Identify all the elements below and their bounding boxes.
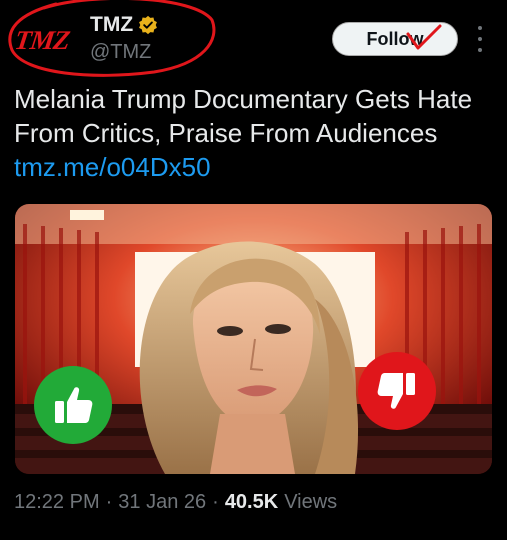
separator: · [105,491,113,513]
tweet-header: TMZ TMZ @TMZ Follow [0,0,507,80]
more-options-icon[interactable] [474,26,486,52]
views-label: Views [284,491,338,513]
avatar[interactable]: TMZ [10,16,74,64]
tweet-date[interactable]: 31 Jan 26 [118,491,206,514]
thumbs-up-icon [34,366,112,444]
thumbs-down-icon [358,352,436,430]
tweet-time[interactable]: 12:22 PM [14,491,100,514]
separator: · [212,491,219,513]
name-row: TMZ [90,13,158,37]
tweet-media[interactable] [15,204,492,474]
tmz-logo: TMZ [12,24,72,55]
tweet-meta: 12:22 PM · 31 Jan 26 · 40.5K Views [14,491,337,514]
verified-badge-icon [138,15,158,35]
tweet-text-line-2: From Critics, Praise From Audiences [14,118,438,148]
follow-button[interactable]: Follow [332,22,458,56]
tweet-text: Melania Trump Documentary Gets Hate From… [14,82,499,184]
views-count: 40.5K [224,491,279,513]
account-handle[interactable]: @TMZ [90,41,151,64]
tweet-link[interactable]: tmz.me/o04Dx50 [14,150,499,184]
tweet-text-line-1: Melania Trump Documentary Gets Hate [14,84,473,114]
display-name[interactable]: TMZ [90,13,133,37]
